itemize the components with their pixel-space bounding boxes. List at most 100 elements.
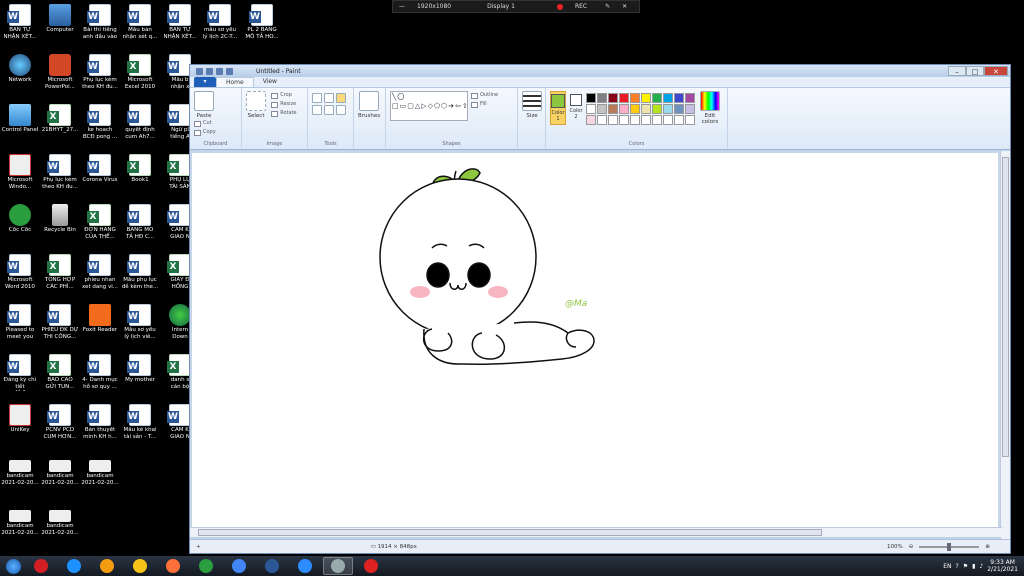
tab-home[interactable]: Home: [216, 77, 254, 87]
desktop-icon[interactable]: 4- Danh mục hồ sơ quy ...: [80, 352, 120, 400]
palette-swatch[interactable]: [641, 104, 651, 114]
vertical-scroll-thumb[interactable]: [1002, 157, 1009, 457]
desktop-icon[interactable]: Bài thi tiếng anh đầu vào: [80, 2, 120, 50]
desktop-icon[interactable]: bandicam 2021-02-20...: [0, 452, 40, 500]
desktop-icon[interactable]: Pleased to meet you: [0, 302, 40, 350]
desktop-icon[interactable]: Recycle Bin: [40, 202, 80, 250]
palette-swatch[interactable]: [586, 93, 596, 103]
resize-button[interactable]: Resize: [271, 100, 296, 109]
magnifier-icon[interactable]: [336, 105, 346, 115]
desktop-icon[interactable]: Đăng ký chi tiết đề 1: [0, 352, 40, 400]
palette-swatch[interactable]: [685, 93, 695, 103]
desktop-icon[interactable]: ĐƠN HÀNG CỦA THẾ...: [80, 202, 120, 250]
rec-button[interactable]: REC: [551, 3, 593, 10]
desktop-icon[interactable]: quyết định cum Ah7...: [120, 102, 160, 150]
desktop-icon[interactable]: Book1: [120, 152, 160, 200]
desktop-icon[interactable]: Network: [0, 52, 40, 100]
desktop-icon[interactable]: PHIẾU ĐK DỰ THI CÔNG...: [40, 302, 80, 350]
palette-swatch[interactable]: [663, 93, 673, 103]
brushes-button[interactable]: Brushes: [358, 91, 380, 119]
palette-swatch[interactable]: [619, 104, 629, 114]
desktop-icon[interactable]: Phụ lục kèm theo KH đu...: [80, 52, 120, 100]
palette-swatch[interactable]: [630, 104, 640, 114]
help-icon[interactable]: ?: [956, 563, 959, 570]
desktop-icon[interactable]: Mẫu bản nhận xét q...: [120, 2, 160, 50]
palette-swatch[interactable]: [663, 115, 673, 125]
desktop-icon[interactable]: ke hoach BCĐ pong ...: [80, 102, 120, 150]
desktop-icon[interactable]: Mẫu kê khai tài sản - T...: [120, 402, 160, 450]
maximize-button[interactable]: □: [966, 66, 984, 76]
palette-swatch[interactable]: [674, 115, 684, 125]
taskbar-firefox-button[interactable]: [158, 557, 188, 575]
paste-button[interactable]: Paste: [194, 91, 214, 119]
fill-button[interactable]: Fill: [471, 100, 498, 109]
fill-icon[interactable]: [324, 93, 334, 103]
recorder-display[interactable]: Display 1: [487, 3, 515, 10]
palette-swatch[interactable]: [641, 115, 651, 125]
cut-button[interactable]: Cut: [194, 119, 216, 128]
desktop-icon[interactable]: BẢN TỰ NHẬN XÉT...: [160, 2, 200, 50]
taskbar-chrome-button[interactable]: [224, 557, 254, 575]
desktop-icon[interactable]: bandicam 2021-02-20...: [40, 452, 80, 500]
undo-icon[interactable]: [216, 67, 223, 75]
eraser-icon[interactable]: [312, 105, 322, 115]
save-icon[interactable]: [206, 67, 213, 75]
desktop-icon[interactable]: PL 2 BẢNG MÔ TẢ HO...: [242, 2, 282, 50]
palette-swatch[interactable]: [619, 115, 629, 125]
taskbar-coccoc-button[interactable]: [191, 557, 221, 575]
desktop-icon[interactable]: BẢN TỰ NHẬN XÉT...: [0, 2, 40, 50]
desktop-icon[interactable]: bandicam 2021-02-20...: [80, 452, 120, 500]
color1-selector[interactable]: Color 1: [550, 91, 566, 125]
paint-app-icon[interactable]: [196, 67, 203, 75]
zoom-in-icon[interactable]: ⊕: [985, 544, 990, 550]
zoom-slider[interactable]: [919, 542, 980, 551]
taskbar-word-button[interactable]: [257, 557, 287, 575]
desktop-icon[interactable]: Foxit Reader: [80, 302, 120, 350]
tab-view[interactable]: View: [254, 77, 286, 87]
volume-icon[interactable]: ♪: [979, 563, 983, 570]
close-icon[interactable]: ✕: [622, 3, 627, 10]
palette-swatch[interactable]: [674, 93, 684, 103]
crop-button[interactable]: Crop: [271, 91, 296, 100]
desktop-icon[interactable]: TỔNG HỢP CÁC PHÍ...: [40, 252, 80, 300]
size-button[interactable]: Size: [522, 91, 542, 119]
text-icon[interactable]: [336, 93, 346, 103]
horizontal-scroll-thumb[interactable]: [198, 529, 822, 536]
desktop-icon[interactable]: Microsoft Word 2010: [0, 252, 40, 300]
palette-swatch[interactable]: [652, 93, 662, 103]
desktop-icon[interactable]: Phụ lục kèm theo KH đu...: [40, 152, 80, 200]
taskbar-ie-button[interactable]: [59, 557, 89, 575]
palette-swatch[interactable]: [663, 104, 673, 114]
palette-swatch[interactable]: [597, 104, 607, 114]
desktop-icon[interactable]: bandicam 2021-02-20...: [0, 502, 40, 550]
pencil-icon[interactable]: [312, 93, 322, 103]
palette-swatch[interactable]: [641, 93, 651, 103]
shapes-gallery[interactable]: ╲〇□▭▢△▷◇⬠⬡➔⇦⇧⇩✦✧✩☆◯▽◁▷◎☐: [390, 91, 468, 121]
close-button[interactable]: ✕: [984, 66, 1008, 76]
palette-swatch[interactable]: [608, 115, 618, 125]
palette-swatch[interactable]: [630, 93, 640, 103]
palette-swatch[interactable]: [652, 104, 662, 114]
network-icon[interactable]: ▮: [972, 563, 975, 570]
palette-swatch[interactable]: [608, 93, 618, 103]
desktop-icon[interactable]: mẫu sơ yếu lý lịch 2C-T...: [200, 2, 240, 50]
palette-swatch[interactable]: [685, 115, 695, 125]
color-picker-icon[interactable]: [324, 105, 334, 115]
taskbar-bandicam-button[interactable]: [356, 557, 386, 575]
desktop-icon[interactable]: Microsoft PowerPoi...: [40, 52, 80, 100]
desktop-icon[interactable]: Mẫu sơ yếu lý lịch viê...: [120, 302, 160, 350]
flag-icon[interactable]: ⚑: [963, 563, 968, 570]
taskbar-media-button[interactable]: [92, 557, 122, 575]
minimize-button[interactable]: –: [948, 66, 966, 76]
palette-swatch[interactable]: [586, 104, 596, 114]
desktop-icon[interactable]: Microsoft Windo...: [0, 152, 40, 200]
desktop-icon[interactable]: Corona Virus: [80, 152, 120, 200]
horizontal-scrollbar[interactable]: [190, 527, 1002, 537]
copy-button[interactable]: Copy: [194, 128, 216, 137]
language-indicator[interactable]: EN: [943, 563, 951, 570]
desktop-icon[interactable]: Microsoft Excel 2010: [120, 52, 160, 100]
palette-swatch[interactable]: [619, 93, 629, 103]
taskbar-opera-button[interactable]: [26, 557, 56, 575]
palette-swatch[interactable]: [608, 104, 618, 114]
desktop-icon[interactable]: phieu nhan xet dang vi...: [80, 252, 120, 300]
